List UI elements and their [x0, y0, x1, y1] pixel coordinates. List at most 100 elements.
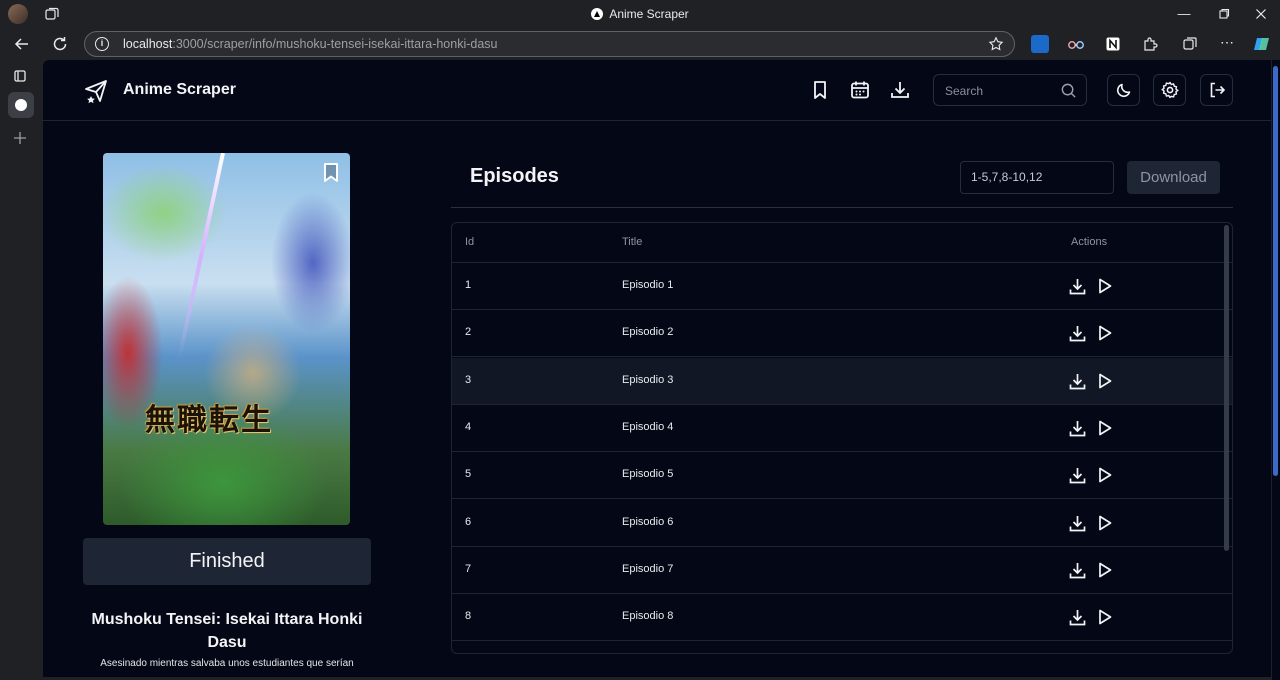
site-favicon-icon [591, 8, 604, 20]
extensions-puzzle-icon[interactable] [1141, 35, 1159, 53]
moon-icon [1116, 83, 1131, 98]
table-row: 8 Episodio 8 [452, 594, 1232, 642]
logout-button[interactable] [1200, 74, 1233, 106]
window-title: Anime Scraper [0, 7, 1280, 21]
section-divider [451, 207, 1233, 208]
download-episode-icon[interactable] [1068, 514, 1087, 533]
table-row: 6 Episodio 6 [452, 500, 1232, 547]
episodes-heading: Episodes [470, 165, 559, 187]
site-favicon-icon [15, 99, 27, 111]
app-root: Anime Scraper Search 無職転生 Finished Musho… [43, 60, 1271, 677]
back-icon[interactable] [12, 34, 32, 54]
site-info-icon[interactable]: i [95, 37, 109, 51]
bookmarks-icon[interactable] [809, 79, 831, 101]
address-bar[interactable]: i localhost:3000/scraper/info/mushoku-te… [84, 31, 1015, 57]
table-row: 4 Episodio 4 [452, 405, 1232, 452]
copilot-icon[interactable] [1253, 35, 1271, 53]
extension-glasses-icon[interactable] [1067, 35, 1085, 53]
more-menu-icon[interactable]: ⋯ [1218, 35, 1236, 53]
download-episode-icon[interactable] [1068, 608, 1087, 627]
poster-title-logo: 無職転生 [145, 403, 273, 438]
browser-toolbar: i localhost:3000/scraper/info/mushoku-te… [0, 28, 1280, 60]
table-header: Id Title Actions [452, 223, 1232, 263]
extension-notion-icon[interactable] [1104, 35, 1122, 53]
episodes-table: Id Title Actions 1 Episodio 1 2 Episodio 2 3… [451, 222, 1233, 654]
download-episode-icon[interactable] [1068, 372, 1087, 391]
play-episode-icon[interactable] [1097, 419, 1113, 437]
app-brand[interactable]: Anime Scraper [123, 81, 236, 99]
url-host: localhost [123, 37, 173, 51]
download-button[interactable]: Download [1127, 161, 1220, 194]
calendar-icon[interactable] [849, 79, 871, 101]
active-tab-favicon[interactable] [8, 92, 34, 118]
table-row: 5 Episodio 5 [452, 452, 1232, 500]
bookmark-anime-icon[interactable] [320, 161, 342, 185]
column-header-id: Id [465, 236, 475, 248]
play-episode-icon[interactable] [1097, 372, 1113, 390]
episode-id: 7 [465, 562, 472, 575]
settings-button[interactable] [1153, 74, 1186, 106]
episode-id: 2 [465, 326, 472, 339]
episode-title[interactable]: Episodio 5 [622, 468, 673, 480]
close-window-button[interactable] [1251, 4, 1271, 24]
window-title-text: Anime Scraper [609, 7, 689, 21]
episode-title[interactable]: Episodio 6 [622, 516, 673, 528]
table-row: 2 Episodio 2 [452, 310, 1232, 358]
episode-range-input[interactable]: 1-5,7,8-10,12 [960, 161, 1114, 194]
download-episode-icon[interactable] [1068, 561, 1087, 580]
play-episode-icon[interactable] [1097, 514, 1113, 532]
column-header-actions: Actions [1071, 236, 1108, 248]
poster-light-beam [177, 153, 225, 359]
episode-title[interactable]: Episodio 1 [622, 279, 673, 291]
episode-title[interactable]: Episodio 3 [622, 374, 673, 386]
episode-id: 6 [465, 515, 472, 528]
search-input[interactable]: Search [945, 84, 983, 98]
episode-id: 3 [465, 373, 472, 386]
anime-title: Mushoku Tensei: Isekai Ittara Honki Dasu [91, 611, 363, 651]
play-episode-icon[interactable] [1097, 608, 1113, 626]
tab-actions-icon[interactable] [10, 66, 30, 86]
play-episode-icon[interactable] [1097, 561, 1113, 579]
table-scrollbar[interactable] [1224, 225, 1229, 551]
page-scrollbar-thumb[interactable] [1273, 66, 1278, 476]
page-scrollbar[interactable] [1272, 60, 1280, 680]
theme-toggle-button[interactable] [1107, 74, 1140, 106]
table-row: 1 Episodio 1 [452, 263, 1232, 310]
extension-bing-icon[interactable] [1031, 35, 1049, 53]
episode-title[interactable]: Episodio 2 [622, 326, 673, 338]
restore-button[interactable] [1214, 4, 1234, 24]
anime-poster: 無職転生 [103, 153, 350, 525]
url-path: :3000/scraper/info/mushoku-tensei-isekai… [172, 37, 498, 51]
browser-titlebar: Anime Scraper — [0, 0, 1280, 28]
download-episode-icon[interactable] [1068, 324, 1087, 343]
collections-icon[interactable] [1181, 35, 1199, 53]
favorite-star-icon[interactable] [988, 36, 1004, 52]
episode-title[interactable]: Episodio 8 [622, 610, 673, 622]
episode-id: 1 [465, 279, 472, 291]
episode-title[interactable]: Episodio 7 [622, 563, 673, 575]
search-box[interactable]: Search [933, 74, 1087, 106]
minimize-button[interactable]: — [1174, 4, 1194, 24]
logo-send-star-icon[interactable] [83, 78, 109, 104]
new-tab-plus-icon[interactable] [10, 128, 30, 148]
browser-sidebar [0, 60, 42, 680]
status-badge: Finished [83, 538, 371, 585]
downloads-icon[interactable] [889, 79, 911, 101]
app-header: Anime Scraper Search [43, 60, 1271, 121]
anime-description: Asesinado mientras salvaba unos estudian… [100, 658, 354, 669]
refresh-icon[interactable] [50, 34, 70, 54]
logout-icon [1210, 82, 1226, 98]
download-episode-icon[interactable] [1068, 466, 1087, 485]
play-episode-icon[interactable] [1097, 324, 1113, 342]
table-row: 7 Episodio 7 [452, 547, 1232, 594]
download-episode-icon[interactable] [1068, 419, 1087, 438]
episode-id: 8 [465, 610, 472, 623]
episode-title[interactable]: Episodio 4 [622, 421, 673, 433]
play-episode-icon[interactable] [1097, 277, 1113, 295]
download-episode-icon[interactable] [1068, 277, 1087, 296]
url-text[interactable]: localhost:3000/scraper/info/mushoku-tens… [123, 37, 498, 51]
play-episode-icon[interactable] [1097, 466, 1113, 484]
episode-id: 4 [465, 420, 472, 433]
episode-id: 5 [465, 468, 472, 481]
search-icon[interactable] [1060, 82, 1077, 99]
